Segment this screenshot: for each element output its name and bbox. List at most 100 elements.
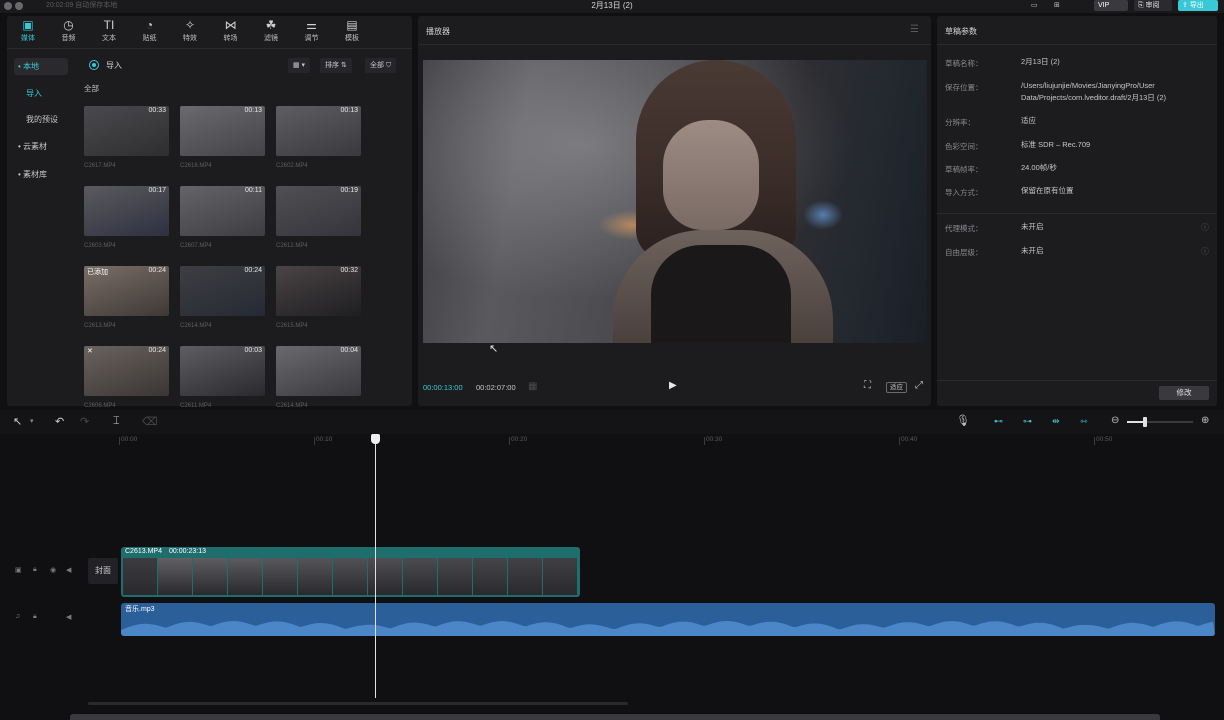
select-tool-icon[interactable]: ↖ xyxy=(13,415,22,428)
draft-prop-label: 保存位置： xyxy=(945,83,983,92)
tool-media[interactable]: ▣ 媒体 xyxy=(8,16,48,46)
timeline-scrollbar[interactable] xyxy=(88,702,628,705)
fullscreen-frame-icon[interactable]: ⛶ xyxy=(864,380,871,391)
filmstrip-frame xyxy=(543,558,577,595)
media-thumbnail[interactable]: 00:32 xyxy=(276,266,361,316)
ruler-tick xyxy=(314,437,315,445)
play-button[interactable]: ▶ xyxy=(669,380,677,391)
chevron-down-icon[interactable]: ▾ xyxy=(30,417,34,425)
zoom-in-icon[interactable]: ⊕ xyxy=(1201,415,1209,426)
media-thumbnail[interactable]: 00:11 xyxy=(180,186,265,236)
clip-duration: 00:13 xyxy=(340,107,358,114)
draft-prop-label: 导入方式： xyxy=(945,188,983,197)
tool-adjust[interactable]: ⚌ 调节 xyxy=(292,16,332,46)
tool-text[interactable]: TI 文本 xyxy=(89,16,129,46)
speaker-icon[interactable]: ◀ xyxy=(66,566,71,574)
video-preview[interactable] xyxy=(423,60,927,343)
clip-duration: 00:17 xyxy=(148,187,166,194)
divider xyxy=(937,380,1217,381)
filter-all-button[interactable]: 全部 ⛉ xyxy=(365,58,397,73)
snap-icon[interactable]: ⇿ xyxy=(1080,416,1088,427)
ruler-tick xyxy=(899,437,900,445)
undo-icon[interactable]: ↶ xyxy=(55,415,64,428)
layout-icon[interactable]: ▭ xyxy=(1027,0,1042,11)
section-all-label: 全部 xyxy=(84,84,99,93)
preview-axis-icon[interactable]: ⇹ xyxy=(1052,416,1060,427)
import-radio-icon[interactable] xyxy=(90,61,98,69)
media-thumbnail[interactable]: 00:19 xyxy=(276,186,361,236)
video-clip[interactable]: C2613.MP4 00:00:23:13 xyxy=(121,547,580,597)
media-thumbnail[interactable]: 00:13 xyxy=(276,106,361,156)
layer-help-icon[interactable]: ⓘ xyxy=(1201,246,1209,257)
sidebar-item[interactable]: • 本地 xyxy=(14,58,68,75)
media-thumbnail[interactable]: 00:03 xyxy=(180,346,265,396)
clip-filename: C2614.MP4 xyxy=(180,323,212,329)
dock-bar xyxy=(70,714,1160,720)
filmstrip-frame xyxy=(403,558,437,595)
modify-button[interactable]: 修改 xyxy=(1159,386,1209,400)
audio-clip-name: 音乐.mp3 xyxy=(125,606,155,613)
draft-prop-value: 未开启 xyxy=(1021,222,1044,231)
filmstrip-frame xyxy=(193,558,227,595)
track-cover-icon[interactable]: ▣ xyxy=(15,566,22,574)
audio-track-icon[interactable]: ♫ xyxy=(15,613,20,620)
media-thumbnail[interactable]: 00:13 xyxy=(180,106,265,156)
split-icon[interactable]: ⌶ xyxy=(113,415,120,428)
media-thumbnail[interactable]: 00:24 ✕ xyxy=(84,346,169,396)
ruler-tick xyxy=(509,437,510,445)
review-button[interactable]: ⎘ 审阅 xyxy=(1134,0,1172,11)
divider xyxy=(937,44,1217,45)
video-clip-duration: 00:00:23:13 xyxy=(169,548,206,555)
export-button[interactable]: ⇪ 导出 xyxy=(1178,0,1218,11)
redo-icon[interactable]: ↷ xyxy=(80,415,89,428)
sidebar-item[interactable]: 我的预设 xyxy=(14,111,68,128)
zoom-out-icon[interactable]: ⊖ xyxy=(1111,415,1119,426)
sidebar-item[interactable]: • 素材库 xyxy=(14,166,68,183)
sidebar-item[interactable]: 导入 xyxy=(14,85,68,102)
account-badge[interactable]: VIP xyxy=(1094,0,1128,11)
clip-tag: 已添加 xyxy=(87,269,108,276)
eye-icon[interactable]: ◉ xyxy=(50,566,56,574)
media-thumbnail[interactable]: 00:04 xyxy=(276,346,361,396)
link-icon[interactable]: ⊶ xyxy=(1023,416,1032,427)
zoom-slider-handle[interactable] xyxy=(1143,417,1147,427)
magnet-icon[interactable]: ⊷ xyxy=(994,416,1003,427)
tool-template[interactable]: ▤ 模板 xyxy=(332,16,372,46)
view-mode-button[interactable]: ▦ ▾ xyxy=(288,58,311,73)
timeline-toolbar xyxy=(0,410,1224,434)
player-menu-icon[interactable]: ☰ xyxy=(910,24,919,35)
ruler-tick-label: 00:10 xyxy=(316,436,333,443)
media-thumbnail[interactable]: 00:33 xyxy=(84,106,169,156)
tool-label: 转场 xyxy=(223,35,238,42)
sort-button[interactable]: 排序 ⇅ xyxy=(320,58,352,73)
speaker-icon[interactable]: ◀ xyxy=(66,613,71,621)
sidebar-item[interactable]: • 云素材 xyxy=(14,138,68,155)
proxy-help-icon[interactable]: ⓘ xyxy=(1201,222,1209,233)
expand-icon[interactable]: ⤢ xyxy=(915,380,923,391)
timecode-grid-icon[interactable]: ▦ xyxy=(528,381,537,392)
lock-icon[interactable]: 🔒︎ xyxy=(33,566,37,574)
import-label[interactable]: 导入 xyxy=(106,60,122,71)
tool-effects[interactable]: ✧ 特效 xyxy=(170,16,210,46)
media-thumbnail[interactable]: 00:24 已添加 xyxy=(84,266,169,316)
microphone-icon[interactable]: 🎙 xyxy=(956,414,970,427)
player-total-time: 00:02:07:00 xyxy=(476,383,516,392)
delete-icon[interactable]: ⌫ xyxy=(142,415,158,428)
audio-clip[interactable]: 音乐.mp3 xyxy=(121,603,1215,636)
draft-prop-value: 保留在原有位置 xyxy=(1021,186,1074,195)
tool-filter[interactable]: ☘ 滤镜 xyxy=(251,16,291,46)
clip-duration: 00:03 xyxy=(244,347,262,354)
ratio-button[interactable]: 适应 xyxy=(886,382,907,393)
draft-prop-value: 适应 xyxy=(1021,116,1036,125)
audio-icon: ◷ xyxy=(63,18,74,32)
cover-button[interactable]: 封面 xyxy=(88,558,118,584)
playhead-handle[interactable] xyxy=(371,434,380,444)
media-thumbnail[interactable]: 00:17 xyxy=(84,186,169,236)
tool-audio[interactable]: ◷ 音频 xyxy=(49,16,89,46)
media-thumbnail[interactable]: 00:24 xyxy=(180,266,265,316)
layout-toggle-button[interactable]: ⊞ xyxy=(1050,0,1064,11)
playhead-line[interactable] xyxy=(375,440,376,698)
tool-sticker[interactable]: ◔ 贴纸 xyxy=(130,16,170,46)
tool-transition[interactable]: ⋈ 转场 xyxy=(211,16,251,46)
lock-icon[interactable]: 🔒︎ xyxy=(33,613,37,621)
